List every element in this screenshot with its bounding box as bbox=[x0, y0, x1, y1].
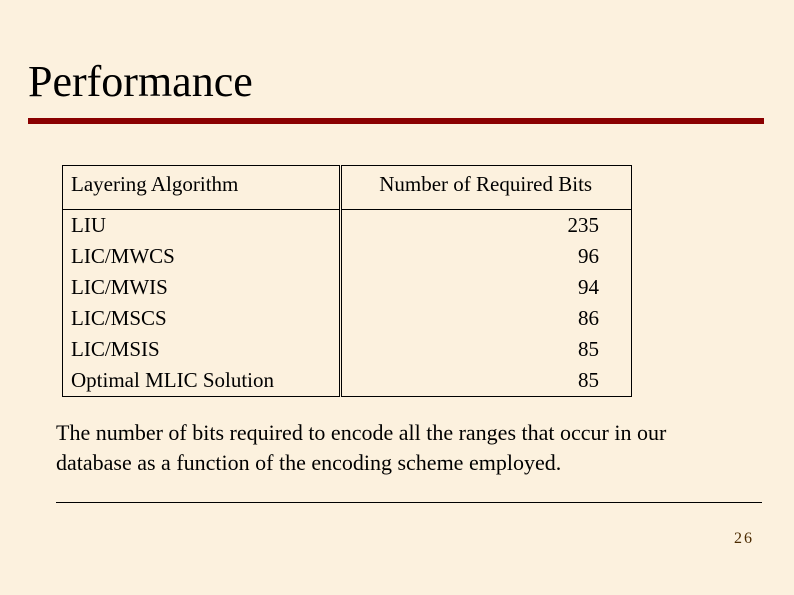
cell-bits: 94 bbox=[341, 272, 632, 303]
slide: Performance Layering Algorithm Number of… bbox=[0, 0, 794, 595]
cell-algo: LIC/MSCS bbox=[63, 303, 341, 334]
cell-algo: LIU bbox=[63, 210, 341, 242]
table-caption: The number of bits required to encode al… bbox=[56, 418, 720, 477]
cell-bits: 86 bbox=[341, 303, 632, 334]
cell-algo: Optimal MLIC Solution bbox=[63, 365, 341, 397]
table-row: Optimal MLIC Solution 85 bbox=[63, 365, 632, 397]
table-header-row: Layering Algorithm Number of Required Bi… bbox=[63, 166, 632, 210]
table-row: LIU 235 bbox=[63, 210, 632, 242]
cell-bits: 96 bbox=[341, 241, 632, 272]
cell-algo: LIC/MWCS bbox=[63, 241, 341, 272]
cell-algo: LIC/MSIS bbox=[63, 334, 341, 365]
performance-table: Layering Algorithm Number of Required Bi… bbox=[62, 165, 632, 397]
col-header-bits: Number of Required Bits bbox=[341, 166, 632, 210]
cell-algo: LIC/MWIS bbox=[63, 272, 341, 303]
title-underline bbox=[28, 118, 764, 124]
footer-rule bbox=[56, 502, 762, 503]
slide-title: Performance bbox=[28, 56, 253, 107]
table-row: LIC/MSCS 86 bbox=[63, 303, 632, 334]
cell-bits: 85 bbox=[341, 334, 632, 365]
table-row: LIC/MWCS 96 bbox=[63, 241, 632, 272]
table-row: LIC/MWIS 94 bbox=[63, 272, 632, 303]
cell-bits: 235 bbox=[341, 210, 632, 242]
cell-bits: 85 bbox=[341, 365, 632, 397]
page-number: 26 bbox=[734, 530, 754, 548]
col-header-algorithm: Layering Algorithm bbox=[63, 166, 341, 210]
table-row: LIC/MSIS 85 bbox=[63, 334, 632, 365]
